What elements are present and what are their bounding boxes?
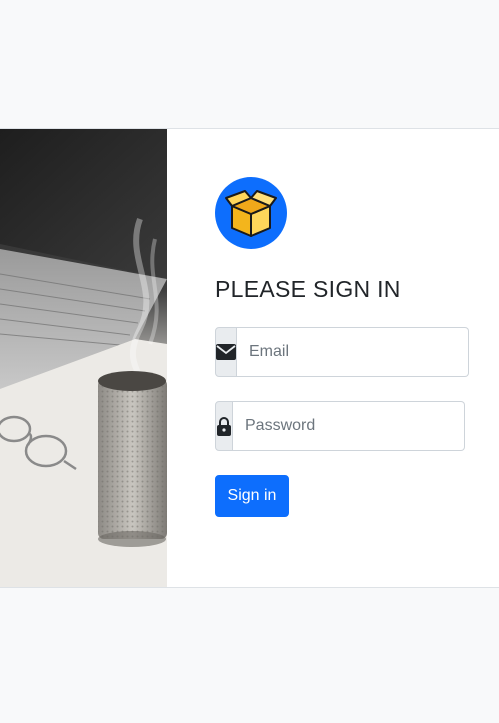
email-field[interactable]: [237, 327, 469, 377]
password-input-group: [215, 401, 465, 451]
sign-in-button[interactable]: Sign in: [215, 475, 289, 517]
page-title: PLEASE SIGN IN: [215, 276, 401, 302]
login-card: PLEASE SIGN IN Sign in: [0, 128, 499, 588]
workspace-photo-illustration: [0, 129, 167, 587]
brand-logo: [215, 177, 287, 249]
password-addon: [215, 401, 233, 451]
lock-icon: [217, 417, 231, 436]
email-input-group: [215, 327, 469, 377]
password-field[interactable]: [233, 401, 465, 451]
envelope-icon: [216, 344, 236, 360]
sign-in-form: PLEASE SIGN IN Sign in: [215, 177, 469, 517]
open-box-icon: [225, 190, 277, 237]
email-addon: [215, 327, 237, 377]
workspace-photo: [0, 129, 167, 587]
